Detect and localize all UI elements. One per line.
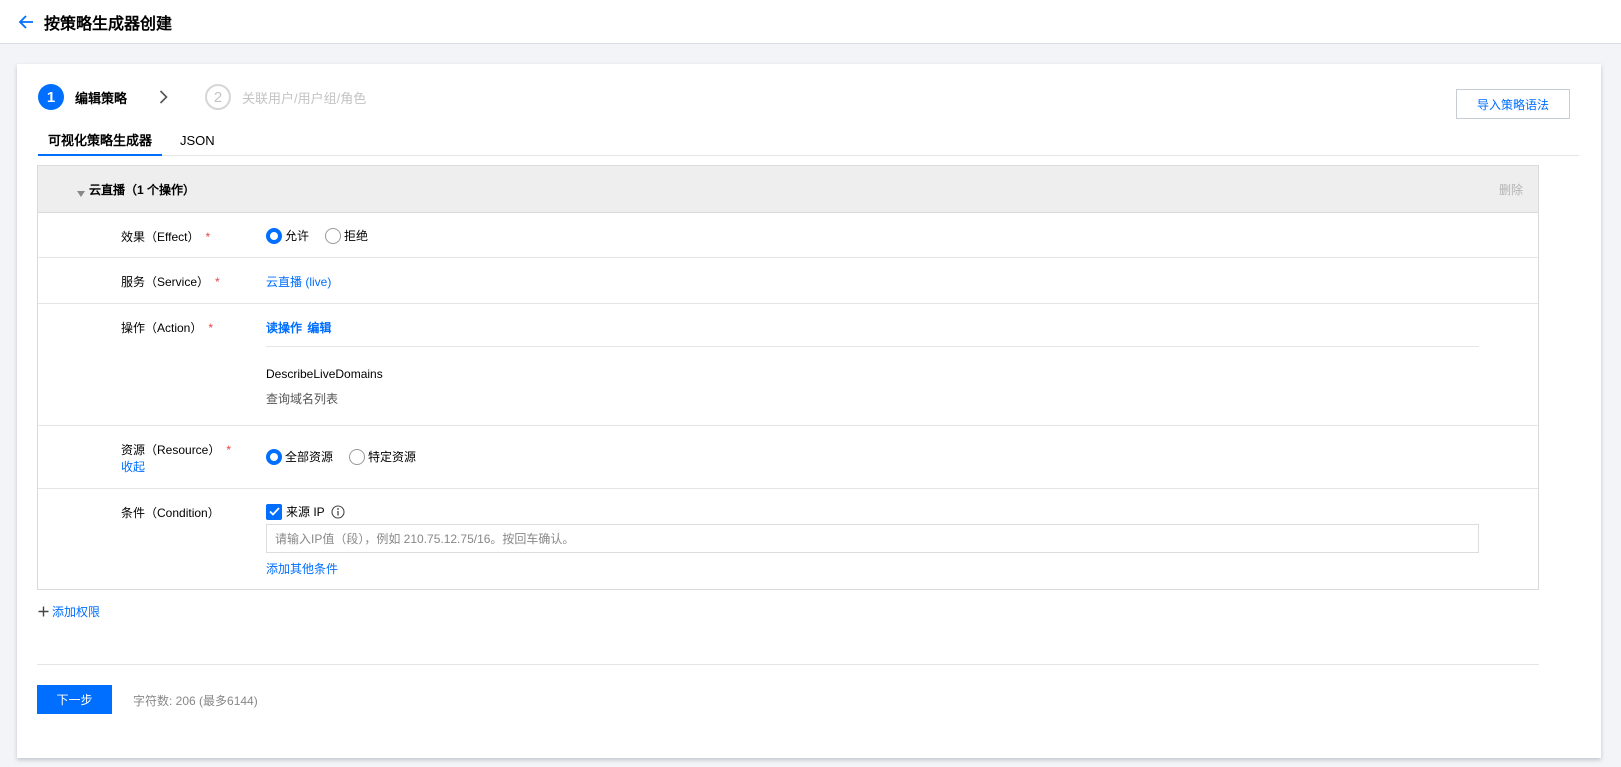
top-bar: 按策略生成器创建 xyxy=(0,0,1621,44)
resource-specific-radio[interactable]: 特定资源 xyxy=(349,448,416,465)
required-mark: * xyxy=(215,275,220,289)
panel-header[interactable]: 云直播（1 个操作） 删除 xyxy=(38,166,1538,213)
effect-radio-group: 允许 拒绝 xyxy=(266,227,384,244)
action-label: 操作（Action） xyxy=(121,321,203,335)
service-row: 服务（Service） * 云直播 (live) xyxy=(38,258,1538,304)
step-2-number: 2 xyxy=(205,84,232,110)
required-mark: * xyxy=(226,443,232,457)
tab-json[interactable]: JSON xyxy=(180,129,215,156)
service-value-link[interactable]: 云直播 (live) xyxy=(266,273,331,290)
effect-allow-radio[interactable]: 允许 xyxy=(266,227,309,244)
radio-label: 拒绝 xyxy=(344,229,369,243)
condition-label: 条件（Condition） xyxy=(121,506,220,520)
tab-bar: 可视化策略生成器 JSON xyxy=(38,129,1579,156)
source-ip-checkbox[interactable] xyxy=(266,503,282,520)
radio-label: 特定资源 xyxy=(368,450,417,464)
chevron-right-icon xyxy=(159,90,171,104)
resource-all-radio[interactable]: 全部资源 xyxy=(266,448,333,465)
read-action-link[interactable]: 读操作 xyxy=(266,321,302,335)
radio-checked-icon[interactable] xyxy=(266,448,282,465)
radio-label: 允许 xyxy=(285,229,310,243)
radio-unchecked-icon[interactable] xyxy=(349,448,366,465)
radio-checked-icon[interactable] xyxy=(266,227,282,244)
add-condition-link[interactable]: 添加其他条件 xyxy=(266,560,338,577)
condition-row: 条件（Condition） 来源 IP 添加其他条件 xyxy=(38,489,1538,588)
add-permission-link[interactable]: 添加权限 xyxy=(38,603,100,620)
plus-icon xyxy=(38,606,49,617)
resource-radio-group: 全部资源 特定资源 xyxy=(266,448,432,465)
source-ip-label: 来源 IP xyxy=(286,505,325,519)
arrow-left-icon[interactable] xyxy=(18,14,34,30)
char-count: 字符数: 206 (最多6144) xyxy=(133,694,258,708)
page-title: 按策略生成器创建 xyxy=(44,15,173,33)
tab-visual-generator[interactable]: 可视化策略生成器 xyxy=(38,129,163,156)
effect-row: 效果（Effect） * 允许 拒绝 xyxy=(38,213,1538,258)
step-1-number: 1 xyxy=(38,84,64,110)
api-name: DescribeLiveDomains xyxy=(266,367,383,381)
collapse-link[interactable]: 收起 xyxy=(121,458,145,475)
divider xyxy=(266,346,1479,347)
source-ip-input[interactable] xyxy=(266,524,1479,553)
step-1-label: 编辑策略 xyxy=(75,90,128,106)
step-2-label: 关联用户/用户组/角色 xyxy=(242,90,367,106)
resource-row: 资源（Resource） * 收起 全部资源 特定资源 xyxy=(38,426,1538,489)
info-icon[interactable] xyxy=(331,504,345,519)
edit-action-link[interactable]: 编辑 xyxy=(307,321,331,335)
footer-divider xyxy=(37,664,1539,665)
service-label: 服务（Service） xyxy=(121,275,210,289)
caret-down-icon[interactable] xyxy=(77,186,85,197)
required-mark: * xyxy=(208,321,214,335)
add-permission-label: 添加权限 xyxy=(52,605,101,619)
radio-unchecked-icon[interactable] xyxy=(325,227,342,244)
resource-label: 资源（Resource） xyxy=(121,443,221,457)
radio-label: 全部资源 xyxy=(285,450,334,464)
import-policy-syntax-button[interactable]: 导入策略语法 xyxy=(1456,89,1570,119)
main-card: 1 编辑策略 2 关联用户/用户组/角色 导入策略语法 可视化策略生成器 JSO… xyxy=(17,64,1601,758)
panel-title: 云直播（1 个操作） xyxy=(89,182,196,197)
effect-deny-radio[interactable]: 拒绝 xyxy=(325,227,368,244)
required-mark: * xyxy=(205,230,211,244)
stepper: 1 编辑策略 2 关联用户/用户组/角色 xyxy=(38,84,366,110)
api-description: 查询域名列表 xyxy=(266,392,339,406)
next-step-button[interactable]: 下一步 xyxy=(37,685,112,714)
delete-link[interactable]: 删除 xyxy=(1499,181,1523,198)
permission-panel: 云直播（1 个操作） 删除 效果（Effect） * 允许 拒绝 服务（Serv… xyxy=(37,165,1539,590)
effect-label: 效果（Effect） xyxy=(121,230,200,244)
action-row: 操作（Action） * 读操作 编辑 DescribeLiveDomains 查… xyxy=(38,304,1538,426)
